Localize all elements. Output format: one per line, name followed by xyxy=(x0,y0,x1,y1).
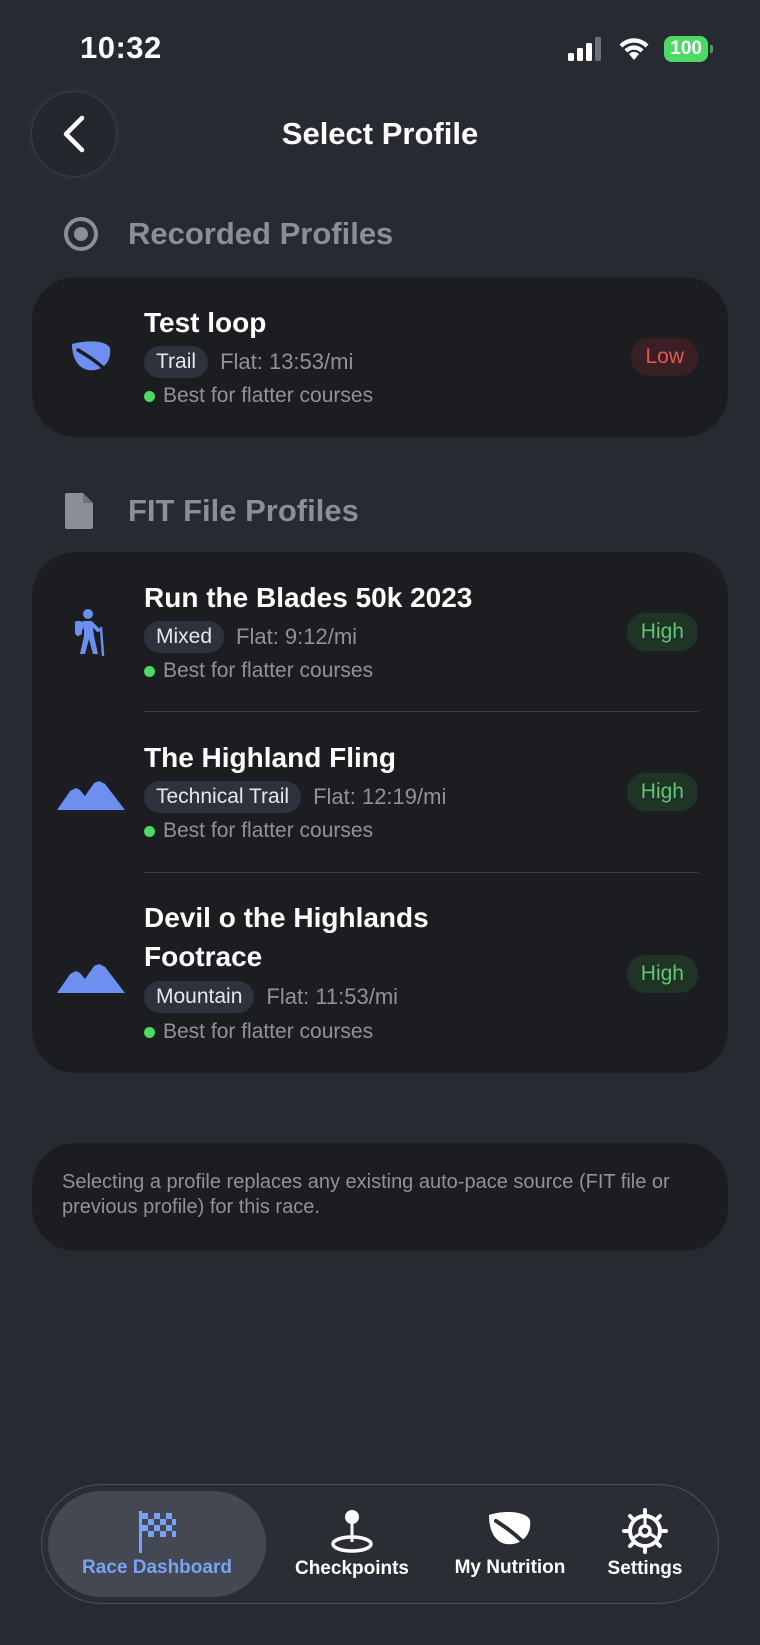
section-label: FIT File Profiles xyxy=(128,493,359,528)
terrain-tag: Mountain xyxy=(144,981,255,1013)
page-title: Select Profile xyxy=(281,116,479,151)
recorded-profiles-card: Test loop Trail Flat: 13:53/mi Best for … xyxy=(32,277,728,437)
tab-label: Race Dashboard xyxy=(82,1557,232,1578)
gear-icon xyxy=(622,1508,668,1554)
tab-checkpoints[interactable]: Checkpoints xyxy=(272,1491,432,1597)
status-dot xyxy=(144,1026,155,1038)
note-text: Best for flatter courses xyxy=(163,384,374,407)
tab-bar: Race Dashboard Checkpoints My Nutrition xyxy=(42,1485,718,1603)
terrain-tag: Trail xyxy=(144,346,209,378)
info-text: Selecting a profile replaces any existin… xyxy=(62,1171,670,1218)
flat-pace: Flat: 13:53/mi xyxy=(220,349,354,374)
confidence-badge: High xyxy=(626,773,698,811)
tab-race-dashboard[interactable]: Race Dashboard xyxy=(48,1491,266,1597)
profile-title-line-1: Devil o the Highlands xyxy=(144,902,429,933)
tab-label: Checkpoints xyxy=(294,1558,410,1579)
info-card: Selecting a profile replaces any existin… xyxy=(32,1143,728,1251)
recorded-profiles-header: Recorded Profiles xyxy=(62,215,393,253)
fit-profiles-header: FIT File Profiles xyxy=(64,492,359,530)
checkered-flag-icon xyxy=(139,1511,176,1553)
profile-meta: Trail Flat: 13:53/mi xyxy=(144,346,353,378)
status-bar: 10:32 100 xyxy=(0,0,760,100)
signal-icon xyxy=(568,37,602,61)
status-icons: 100 xyxy=(568,36,713,62)
leaf-icon xyxy=(66,337,116,379)
mountain-icon xyxy=(56,772,126,812)
confidence-badge: High xyxy=(626,613,698,651)
note-text: Best for flatter courses xyxy=(163,1020,374,1043)
flat-pace: Flat: 9:12/mi xyxy=(236,624,358,649)
profile-row-devil-o-the-highlands[interactable]: Devil o the Highlands Footrace Mountain … xyxy=(32,873,728,1073)
profile-title: The Highland Fling xyxy=(144,742,396,773)
profile-row-highland-fling[interactable]: The Highland Fling Technical Trail Flat:… xyxy=(32,712,728,872)
map-pin-icon xyxy=(331,1510,373,1553)
profile-row-run-the-blades[interactable]: Run the Blades 50k 2023 Mixed Flat: 9:12… xyxy=(32,552,728,712)
confidence-badge: High xyxy=(626,955,698,993)
profile-note: Best for flatter courses xyxy=(144,659,373,683)
profile-meta: Technical Trail Flat: 12:19/mi xyxy=(144,781,446,813)
document-icon xyxy=(65,493,93,529)
status-time: 10:32 xyxy=(80,30,162,65)
mountain-icon xyxy=(56,955,126,995)
tab-my-nutrition[interactable]: My Nutrition xyxy=(430,1491,590,1597)
status-dot xyxy=(144,825,155,837)
profile-meta: Mountain Flat: 11:53/mi xyxy=(144,981,398,1013)
profile-meta: Mixed Flat: 9:12/mi xyxy=(144,621,357,653)
tab-settings[interactable]: Settings xyxy=(578,1491,712,1597)
profile-row-test-loop[interactable]: Test loop Trail Flat: 13:53/mi Best for … xyxy=(32,277,728,437)
tab-label: Settings xyxy=(607,1558,683,1579)
flat-pace: Flat: 11:53/mi xyxy=(266,984,399,1009)
terrain-tag: Mixed xyxy=(144,621,225,653)
profile-note: Best for flatter courses xyxy=(144,1020,373,1044)
profile-title-line-2: Footrace xyxy=(144,941,263,972)
battery-indicator: 100 xyxy=(664,36,713,62)
section-label: Recorded Profiles xyxy=(128,216,394,251)
flat-pace: Flat: 12:19/mi xyxy=(313,784,447,809)
leaf-icon xyxy=(489,1512,534,1553)
profile-title: Run the Blades 50k 2023 xyxy=(144,582,473,613)
profile-title: Test loop xyxy=(144,307,267,338)
note-text: Best for flatter courses xyxy=(163,819,374,842)
tab-label: My Nutrition xyxy=(454,1557,566,1578)
hiker-icon xyxy=(70,607,110,657)
record-icon xyxy=(64,217,98,251)
status-dot xyxy=(144,665,155,677)
wifi-icon xyxy=(619,38,649,60)
profile-note: Best for flatter courses xyxy=(144,819,373,843)
fit-profiles-card: Run the Blades 50k 2023 Mixed Flat: 9:12… xyxy=(32,552,728,1073)
note-text: Best for flatter courses xyxy=(163,659,374,682)
profile-note: Best for flatter courses xyxy=(144,384,373,408)
terrain-tag: Technical Trail xyxy=(144,781,302,813)
status-dot xyxy=(144,390,155,402)
confidence-badge: Low xyxy=(631,338,698,376)
